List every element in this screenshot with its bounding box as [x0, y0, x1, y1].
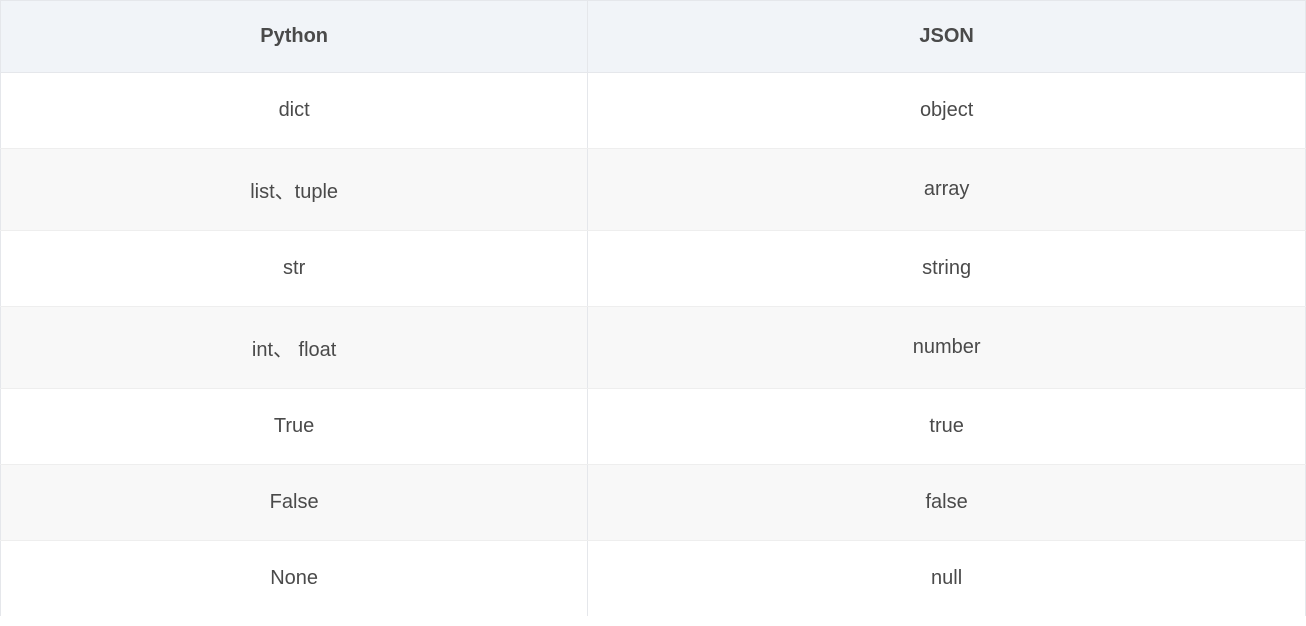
cell-python: int、 float	[1, 307, 588, 389]
python-json-mapping-table: Python JSON dict object list、tuple array…	[0, 0, 1306, 616]
cell-json: string	[588, 231, 1306, 307]
cell-json: false	[588, 465, 1306, 541]
cell-json: null	[588, 541, 1306, 617]
table-row: list、tuple array	[1, 149, 1306, 231]
table-row: dict object	[1, 73, 1306, 149]
cell-python: True	[1, 389, 588, 465]
cell-json: array	[588, 149, 1306, 231]
cell-python: dict	[1, 73, 588, 149]
cell-json: true	[588, 389, 1306, 465]
table-row: None null	[1, 541, 1306, 617]
table-header-python: Python	[1, 1, 588, 73]
cell-python: None	[1, 541, 588, 617]
cell-python: False	[1, 465, 588, 541]
cell-json: object	[588, 73, 1306, 149]
table-row: str string	[1, 231, 1306, 307]
cell-python: str	[1, 231, 588, 307]
table-row: True true	[1, 389, 1306, 465]
cell-python: list、tuple	[1, 149, 588, 231]
cell-json: number	[588, 307, 1306, 389]
table-row: False false	[1, 465, 1306, 541]
table-row: int、 float number	[1, 307, 1306, 389]
table-header-json: JSON	[588, 1, 1306, 73]
